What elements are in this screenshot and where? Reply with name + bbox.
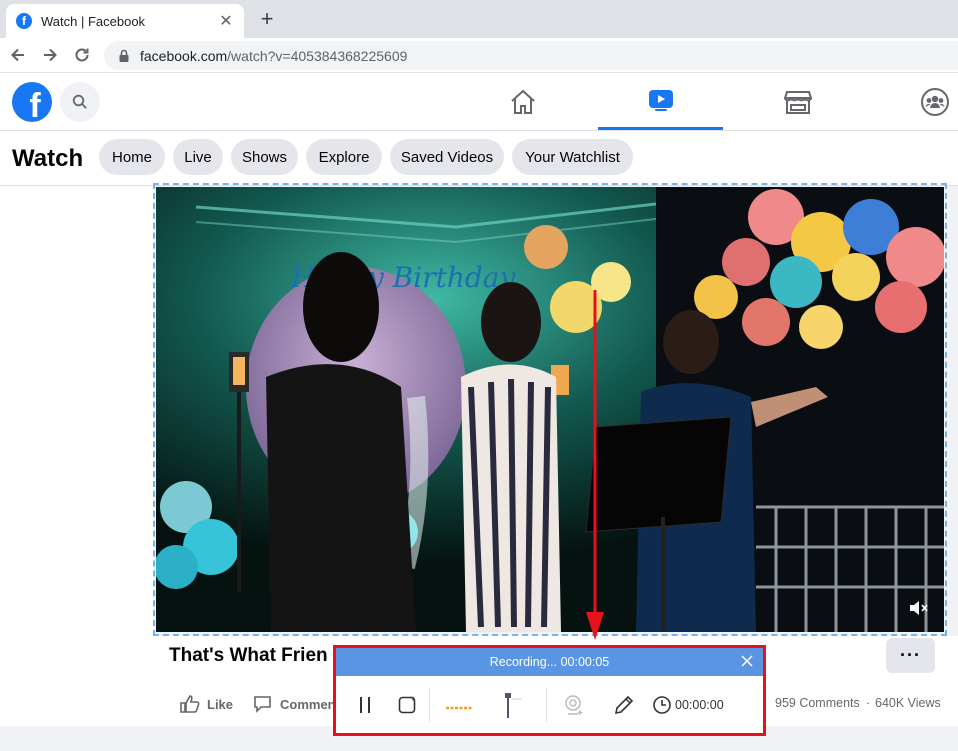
facebook-header: f <box>0 73 958 131</box>
annotate-button[interactable] <box>612 692 636 718</box>
volume-muted-icon[interactable] <box>908 599 930 617</box>
tab-live[interactable]: Live <box>173 139 223 175</box>
back-arrow-icon[interactable] <box>6 43 30 67</box>
schedule-timer-button[interactable]: 00:00:00 <box>652 692 732 718</box>
url-path: /watch?v=405384368225609 <box>227 47 408 64</box>
url-host: facebook.com <box>140 47 228 64</box>
pause-icon <box>360 697 370 713</box>
volume-slider-icon <box>505 693 522 718</box>
address-bar[interactable]: facebook.com/watch?v=405384368225609 <box>104 41 958 70</box>
comment-label: Commen <box>280 696 336 712</box>
url-text: facebook.com/watch?v=405384368225609 <box>140 48 407 64</box>
pause-button[interactable] <box>354 692 376 718</box>
facebook-favicon-icon: f <box>16 13 32 29</box>
tab-shows[interactable]: Shows <box>231 139 298 175</box>
groups-icon[interactable] <box>920 87 950 117</box>
timer-value: 00:00:00 <box>675 698 724 712</box>
nav-marketplace-button[interactable] <box>748 73 848 130</box>
marketplace-store-icon <box>784 90 812 114</box>
recording-status: Recording... 00:00:05 <box>489 655 610 669</box>
video-title[interactable]: That's What Frien <box>169 645 328 667</box>
reload-icon[interactable] <box>70 43 94 67</box>
tab-explore[interactable]: Explore <box>306 139 382 175</box>
comments-count[interactable]: 959 Comments <box>775 696 860 710</box>
views-count: 640K Views <box>875 696 941 710</box>
toolbar-divider <box>546 688 547 722</box>
forward-arrow-icon[interactable] <box>38 43 62 67</box>
video-frame: Happy Birthday <box>156 187 944 632</box>
like-label: Like <box>207 696 234 712</box>
home-icon <box>511 89 535 114</box>
volume-slider[interactable] <box>501 692 525 718</box>
facebook-logo-icon[interactable]: f <box>12 82 52 122</box>
nav-watch-button[interactable] <box>598 73 723 130</box>
comment-button[interactable]: Commen <box>253 693 336 715</box>
toolbar-divider <box>429 688 430 722</box>
watch-play-icon <box>648 90 673 111</box>
nav-home-button[interactable] <box>473 73 573 130</box>
left-pane <box>0 186 154 726</box>
tab-title: Watch | Facebook <box>41 13 146 29</box>
search-icon <box>72 94 87 109</box>
webcam-button[interactable] <box>562 692 586 718</box>
tab-saved-videos[interactable]: Saved Videos <box>390 139 504 175</box>
webcam-icon <box>565 695 583 715</box>
more-options-button[interactable]: ··· <box>886 638 935 673</box>
stop-button[interactable] <box>395 692 419 718</box>
screen-recorder-panel: Recording... 00:00:05 00:00:00 <box>333 645 766 736</box>
pencil-icon <box>614 695 634 715</box>
like-button[interactable]: Like <box>180 693 233 715</box>
page-title: Watch <box>12 145 84 172</box>
browser-tabstrip: f Watch | Facebook ✕ + <box>0 0 958 38</box>
audio-level-icon <box>446 706 472 710</box>
stop-icon <box>398 696 416 714</box>
tab-close-icon[interactable]: ✕ <box>218 11 234 31</box>
lock-icon <box>116 48 132 64</box>
recorder-titlebar[interactable]: Recording... 00:00:05 <box>336 648 763 676</box>
audio-level-meter[interactable] <box>444 692 474 718</box>
tab-home[interactable]: Home <box>99 139 165 175</box>
recorder-close-icon[interactable] <box>740 654 754 668</box>
browser-toolbar: facebook.com/watch?v=405384368225609 <box>0 38 958 73</box>
new-tab-icon[interactable]: + <box>256 6 278 32</box>
tab-your-watchlist[interactable]: Your Watchlist <box>512 139 633 175</box>
browser-tab[interactable]: f Watch | Facebook ✕ <box>6 4 244 38</box>
video-player[interactable]: Happy Birthday <box>156 187 944 632</box>
watch-navbar: Watch Home Live Shows Explore Saved Vide… <box>0 131 958 186</box>
search-button[interactable] <box>60 82 100 122</box>
stats-separator: · <box>866 696 871 710</box>
comment-bubble-icon <box>254 696 271 713</box>
thumbs-up-icon <box>180 695 200 713</box>
clock-icon <box>653 696 671 714</box>
red-arrow-icon <box>586 290 604 640</box>
